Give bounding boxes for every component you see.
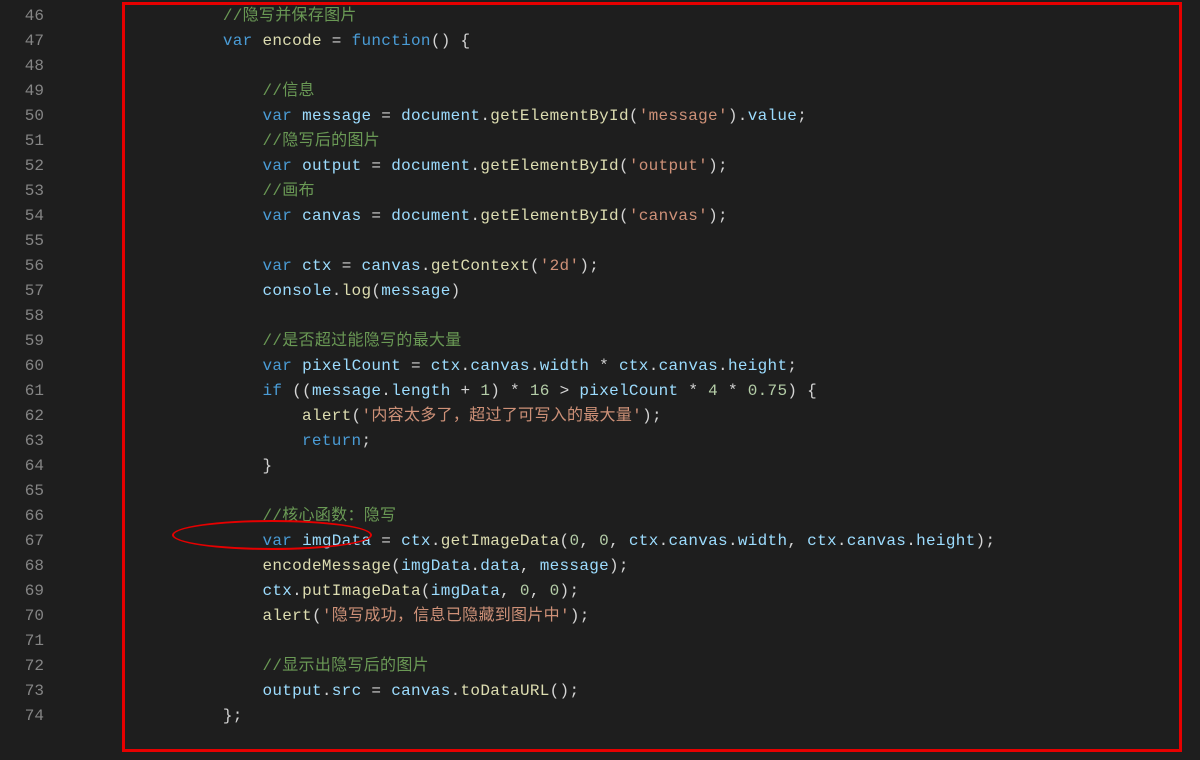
code-editor[interactable]: 4647484950515253545556575859606162636465… (0, 0, 1200, 760)
line-number: 61 (0, 379, 44, 404)
code-line[interactable]: ctx.putImageData(imgData, 0, 0); (104, 579, 1200, 604)
code-line[interactable]: //画布 (104, 179, 1200, 204)
code-line[interactable]: encodeMessage(imgData.data, message); (104, 554, 1200, 579)
code-line[interactable]: alert('隐写成功，信息已隐藏到图片中'); (104, 604, 1200, 629)
line-number: 65 (0, 479, 44, 504)
line-number: 54 (0, 204, 44, 229)
line-number: 71 (0, 629, 44, 654)
code-line[interactable]: //是否超过能隐写的最大量 (104, 329, 1200, 354)
line-number: 51 (0, 129, 44, 154)
line-number: 56 (0, 254, 44, 279)
line-number: 74 (0, 704, 44, 729)
line-number: 49 (0, 79, 44, 104)
code-line[interactable]: var imgData = ctx.getImageData(0, 0, ctx… (104, 529, 1200, 554)
line-number: 57 (0, 279, 44, 304)
line-number: 67 (0, 529, 44, 554)
line-number: 63 (0, 429, 44, 454)
code-line[interactable]: return; (104, 429, 1200, 454)
code-line[interactable]: //隐写后的图片 (104, 129, 1200, 154)
line-number: 66 (0, 504, 44, 529)
line-number: 58 (0, 304, 44, 329)
code-line[interactable]: //显示出隐写后的图片 (104, 654, 1200, 679)
code-line[interactable] (104, 54, 1200, 79)
code-line[interactable]: var ctx = canvas.getContext('2d'); (104, 254, 1200, 279)
line-number: 64 (0, 454, 44, 479)
code-line[interactable]: var pixelCount = ctx.canvas.width * ctx.… (104, 354, 1200, 379)
line-number: 72 (0, 654, 44, 679)
code-line[interactable]: console.log(message) (104, 279, 1200, 304)
line-number: 68 (0, 554, 44, 579)
line-number: 52 (0, 154, 44, 179)
code-line[interactable] (104, 629, 1200, 654)
code-line[interactable]: var canvas = document.getElementById('ca… (104, 204, 1200, 229)
line-number: 70 (0, 604, 44, 629)
line-number: 48 (0, 54, 44, 79)
fold-strip (58, 0, 104, 760)
code-line[interactable]: alert('内容太多了，超过了可写入的最大量'); (104, 404, 1200, 429)
line-number: 55 (0, 229, 44, 254)
line-number: 73 (0, 679, 44, 704)
line-number: 69 (0, 579, 44, 604)
line-number: 46 (0, 4, 44, 29)
line-number: 59 (0, 329, 44, 354)
code-line[interactable] (104, 479, 1200, 504)
code-line[interactable]: var output = document.getElementById('ou… (104, 154, 1200, 179)
code-line[interactable]: //隐写并保存图片 (104, 4, 1200, 29)
code-line[interactable] (104, 229, 1200, 254)
line-number: 53 (0, 179, 44, 204)
line-number: 50 (0, 104, 44, 129)
code-line[interactable]: var encode = function() { (104, 29, 1200, 54)
code-area[interactable]: //隐写并保存图片 var encode = function() { //信息… (104, 0, 1200, 760)
code-line[interactable]: } (104, 454, 1200, 479)
code-line[interactable]: output.src = canvas.toDataURL(); (104, 679, 1200, 704)
line-number-gutter: 4647484950515253545556575859606162636465… (0, 0, 58, 760)
line-number: 47 (0, 29, 44, 54)
code-line[interactable]: //核心函数：隐写 (104, 504, 1200, 529)
line-number: 62 (0, 404, 44, 429)
code-line[interactable]: }; (104, 704, 1200, 729)
code-line[interactable]: if ((message.length + 1) * 16 > pixelCou… (104, 379, 1200, 404)
code-line[interactable]: var message = document.getElementById('m… (104, 104, 1200, 129)
code-line[interactable]: //信息 (104, 79, 1200, 104)
line-number: 60 (0, 354, 44, 379)
code-line[interactable] (104, 304, 1200, 329)
